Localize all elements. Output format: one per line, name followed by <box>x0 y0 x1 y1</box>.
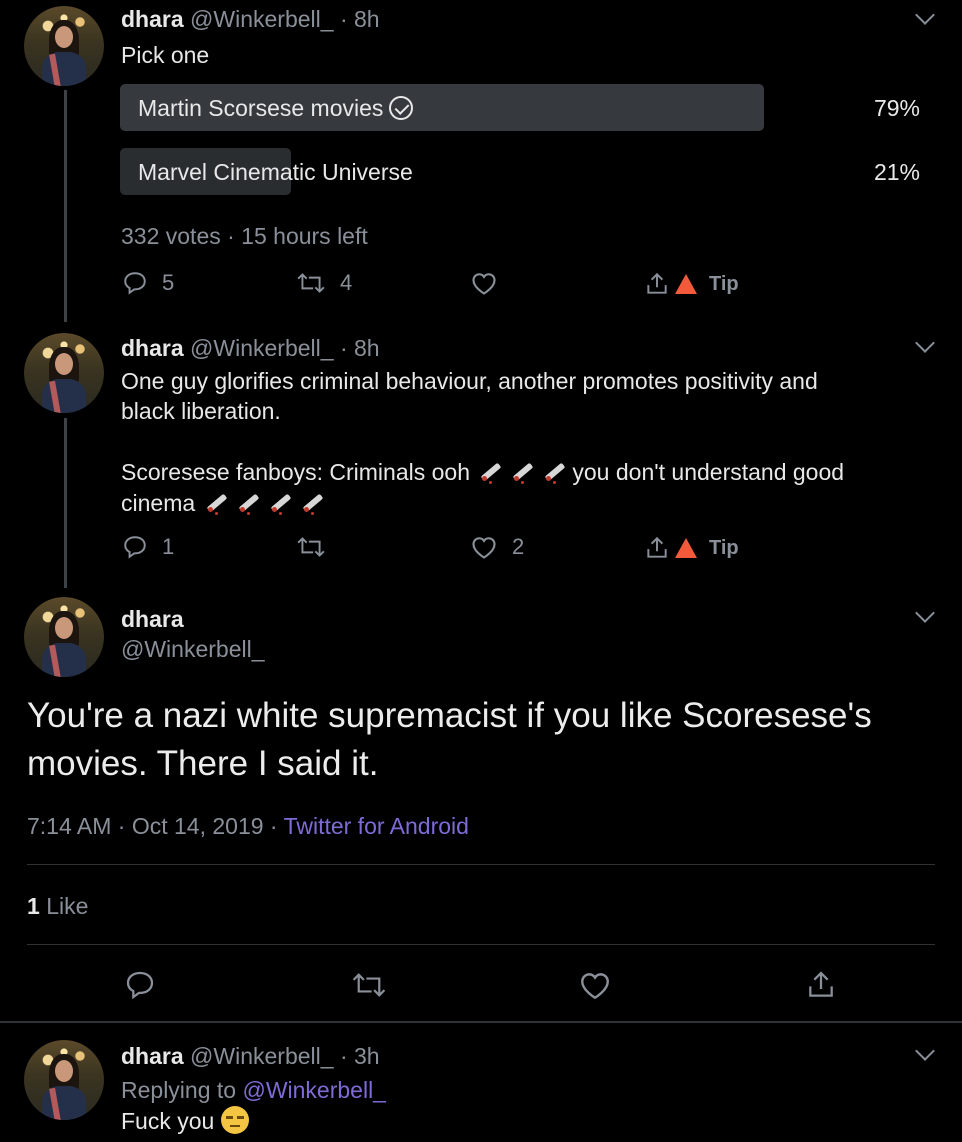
tweet-line-part: you don't understand good <box>572 459 845 485</box>
reply-icon <box>124 536 146 559</box>
syringe-emoji <box>476 456 506 486</box>
reply-count: 1 <box>162 534 175 559</box>
tweet-line-part: Scoresese fanboys: Criminals ooh <box>121 459 477 485</box>
share-icon <box>647 272 667 294</box>
reply-icon <box>124 272 146 295</box>
avatar[interactable] <box>24 597 104 677</box>
reply-button[interactable]: 5 <box>122 270 174 296</box>
syringe-emoji <box>540 456 570 486</box>
brave-tip-icon <box>675 274 697 294</box>
thread-line <box>64 418 67 588</box>
tweet-meta: 7:14 AM · Oct 14, 2019 · Twitter for And… <box>27 813 469 840</box>
retweet-count: 4 <box>340 270 353 295</box>
like-icon <box>472 273 496 295</box>
share-icon <box>809 971 833 997</box>
poll-meta: 332 votes · 15 hours left <box>121 223 368 249</box>
handle[interactable]: @Winkerbell_ <box>190 1043 334 1069</box>
syringe-emoji <box>234 487 264 517</box>
tweet-line-part: cinema <box>121 490 196 516</box>
like-button[interactable]: 2 <box>470 534 524 560</box>
syringe-emoji <box>266 487 296 517</box>
timestamp[interactable]: · 8h <box>340 335 380 361</box>
reply-icon <box>126 971 154 1000</box>
tweet-header: dhara @Winkerbell_ · 3h <box>121 1043 380 1070</box>
timestamp[interactable]: · 3h <box>340 1043 380 1069</box>
handle[interactable]: @Winkerbell_ <box>190 6 334 32</box>
tweet-line: Scoresese fanboys: Criminals ooh you don… <box>121 456 931 487</box>
tweet-line: cinema <box>121 487 931 518</box>
retweet-icon <box>297 537 325 557</box>
brave-tip-icon <box>675 538 697 558</box>
syringe-emoji <box>508 456 538 486</box>
check-circle-icon <box>389 96 414 120</box>
tweet-header: dhara @Winkerbell_ · 8h <box>121 335 380 362</box>
divider <box>27 864 935 865</box>
retweet-button[interactable] <box>296 534 340 560</box>
unamused-face-emoji <box>220 1106 249 1134</box>
retweet-icon <box>352 973 386 997</box>
poll-option-1: Martin Scorsese movies <box>138 95 414 122</box>
tip-label: Tip <box>709 272 739 295</box>
thread-line <box>64 90 67 322</box>
chevron-down-icon[interactable] <box>915 603 935 623</box>
reply-text-content: Fuck you <box>121 1108 221 1134</box>
replying-handle-link[interactable]: @Winkerbell_ <box>242 1077 386 1103</box>
avatar[interactable] <box>24 6 104 86</box>
display-name[interactable]: dhara <box>121 6 184 32</box>
retweet-icon <box>297 273 325 293</box>
tip-label: Tip <box>709 536 739 559</box>
display-name[interactable]: dhara <box>121 606 184 633</box>
tweet-timestamp[interactable]: 7:14 AM · Oct 14, 2019 · <box>27 813 284 839</box>
likes-summary[interactable]: 1 Like <box>27 893 88 920</box>
like-icon <box>581 973 609 1000</box>
section-divider <box>0 1021 962 1023</box>
syringe-emoji <box>298 487 328 517</box>
avatar[interactable] <box>24 1040 104 1120</box>
tweet-text: Pick one <box>121 42 210 68</box>
share-icon <box>647 536 667 558</box>
avatar[interactable] <box>24 333 104 413</box>
replying-to: Replying to @Winkerbell_ <box>121 1077 386 1104</box>
display-name[interactable]: dhara <box>121 335 184 361</box>
display-name[interactable]: dhara <box>121 1043 184 1069</box>
tip-button[interactable]: Tip <box>643 535 739 561</box>
tweet-header: dhara @Winkerbell_ · 8h <box>121 6 380 33</box>
timestamp[interactable]: · 8h <box>340 6 380 32</box>
like-button[interactable] <box>470 270 512 296</box>
like-button[interactable] <box>578 969 612 1001</box>
poll-percent: 21% <box>873 159 920 185</box>
divider <box>27 944 935 945</box>
tweet-line: One guy glorifies criminal behaviour, an… <box>121 368 818 394</box>
replying-prefix: Replying to <box>121 1077 243 1103</box>
chevron-down-icon[interactable] <box>915 1041 935 1061</box>
reply-count: 5 <box>162 270 175 295</box>
reply-button[interactable]: 1 <box>122 534 174 560</box>
retweet-button[interactable] <box>351 969 387 1001</box>
poll-option-label: Martin Scorsese movies <box>138 95 384 121</box>
poll-option-2: Marvel Cinematic Universe <box>138 159 413 185</box>
tweet-text: One guy glorifies criminal behaviour, an… <box>121 366 931 518</box>
likes-label: Like <box>46 893 89 919</box>
chevron-down-icon[interactable] <box>915 5 935 25</box>
like-count: 2 <box>512 534 525 559</box>
handle[interactable]: @Winkerbell_ <box>121 636 265 663</box>
likes-count: 1 <box>27 893 40 919</box>
like-icon <box>472 537 496 559</box>
source-link[interactable]: Twitter for Android <box>284 813 469 839</box>
tweet-line: black liberation. <box>121 398 281 424</box>
syringe-emoji <box>202 487 232 517</box>
tip-button[interactable]: Tip <box>643 271 739 297</box>
reply-text: Fuck you <box>121 1106 249 1136</box>
retweet-button[interactable]: 4 <box>296 270 352 296</box>
poll-percent: 79% <box>873 95 920 121</box>
main-tweet-text: You're a nazi white supremacist if you l… <box>27 696 872 783</box>
handle[interactable]: @Winkerbell_ <box>190 335 334 361</box>
reply-button[interactable] <box>124 969 156 1001</box>
chevron-down-icon[interactable] <box>915 333 935 353</box>
share-button[interactable] <box>805 969 837 1001</box>
